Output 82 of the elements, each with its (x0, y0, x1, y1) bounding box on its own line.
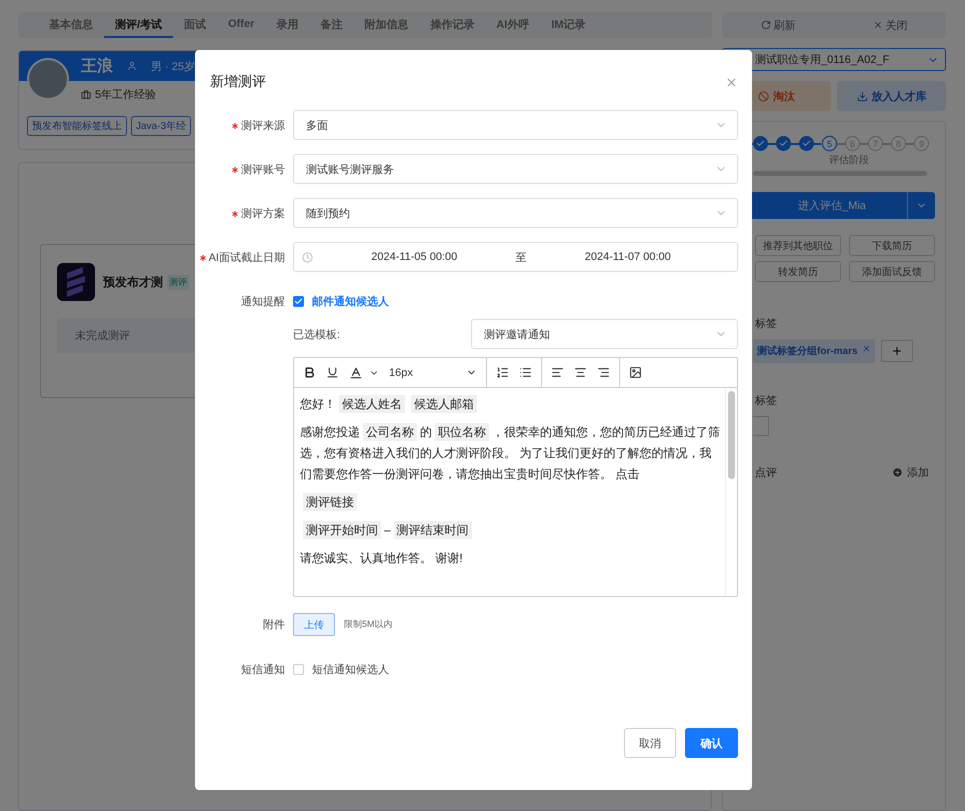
candidate-name: 王浪 (81, 56, 113, 76)
select-field[interactable]: 随到预约 (293, 198, 738, 228)
tab[interactable]: Offer (217, 12, 266, 38)
underline-icon[interactable] (326, 366, 339, 379)
checkbox-icon[interactable] (293, 664, 304, 675)
close-button[interactable]: 关闭 (834, 12, 946, 38)
refresh-button[interactable]: 刷新 (722, 12, 834, 38)
action-button[interactable]: 添加面试反馈 (849, 261, 935, 282)
add-review-button[interactable]: 添加 (886, 464, 935, 481)
candidate-tag: Java-3年经 (131, 116, 192, 136)
briefcase-icon (81, 90, 91, 100)
section-title: 标签 (755, 317, 777, 331)
upload-hint: 限制5M以内 (344, 618, 393, 631)
field-label: 测评账号 (195, 162, 293, 176)
talent-pool-button[interactable]: 放入人才库 (837, 81, 946, 111)
action-button[interactable]: 下载简历 (849, 235, 935, 256)
clock-icon (302, 252, 313, 262)
tab[interactable]: 测评/考试 (104, 12, 174, 38)
editor-paragraph: 测评开始时间 – 测评结束时间 (300, 520, 721, 541)
assessment-title: 预发布才测 (103, 274, 163, 290)
field-label: AI面试截止日期 (195, 250, 293, 264)
align-center-icon[interactable] (574, 366, 587, 379)
plus-circle-icon (892, 467, 903, 478)
tab[interactable]: 录用 (265, 12, 310, 38)
ordered-list-icon[interactable] (496, 366, 509, 379)
editor-paragraph: 请您诚实、认真地作答。 谢谢! (300, 550, 464, 567)
field-label: 通知提醒 (240, 294, 286, 309)
select-field[interactable]: 测试账号测评服务 (293, 154, 738, 184)
confirm-button[interactable]: 确认 (685, 728, 738, 758)
tab[interactable]: 基本信息 (38, 12, 104, 38)
tab[interactable]: 操作记录 (419, 12, 486, 38)
candidate-tag: 预发布智能标签线上 (27, 116, 127, 136)
email-notify-checkbox[interactable]: 邮件通知候选人 (293, 294, 389, 309)
align-right-icon[interactable] (597, 366, 610, 379)
tab[interactable]: 附加信息 (353, 12, 420, 38)
logo-icon (57, 263, 95, 301)
cancel-button[interactable]: 取消 (624, 728, 676, 758)
checkbox-icon[interactable] (293, 296, 304, 307)
select-field[interactable]: 多面 (293, 110, 738, 140)
assessment-badge: 测评 (167, 274, 189, 290)
font-size-select[interactable]: 16px (389, 366, 477, 378)
scrollbar[interactable] (725, 388, 737, 596)
plus-icon (890, 345, 903, 357)
field-label: 测评方案 (195, 206, 293, 220)
person-icon (127, 61, 137, 71)
bullet-list-icon[interactable] (519, 366, 532, 379)
tag-text: 测试标签分组for-mars (757, 344, 858, 358)
tab[interactable]: 备注 (309, 12, 354, 38)
field-label: 测评来源 (195, 118, 293, 132)
ban-icon (758, 90, 769, 102)
section-title: 点评 (755, 466, 777, 480)
align-left-icon[interactable] (551, 366, 564, 379)
editor-paragraph: 测评链接 (300, 492, 721, 513)
date-range-field[interactable]: 2024-11-05 00:00 至 2024-11-07 00:00 (293, 242, 738, 272)
tab[interactable]: AI外呼 (485, 12, 540, 38)
sms-notify-checkbox[interactable]: 短信通知候选人 (293, 662, 389, 677)
text-color-icon[interactable] (349, 366, 379, 380)
bold-icon[interactable] (303, 366, 316, 379)
action-button[interactable]: 转发简历 (755, 261, 841, 282)
download-icon (856, 90, 868, 102)
editor-paragraph: 感谢您投递 公司名称 的 职位名称 ，很荣幸的通知您，您的简历已经通过了筛选，您有资格进入我们的人才测评阶段。 为了让我们更好的了解您的情况，我们需要您作答一份测评问卷，请您抽出宝贵时间尽快作答。 点击 (300, 422, 721, 483)
image-icon[interactable] (629, 366, 642, 379)
experience-text: 5年工作经验 (95, 88, 156, 102)
tab[interactable]: IM记录 (540, 12, 597, 38)
field-label: 短信通知 (240, 662, 286, 677)
action-button[interactable]: 推荐到其他职位 (755, 235, 841, 256)
close-icon[interactable] (725, 76, 738, 88)
gender-age: 男 · 25岁 (151, 60, 196, 74)
editor-paragraph: 您好！ 候选人姓名 候选人邮箱 (300, 394, 721, 415)
upload-button[interactable]: 上传 (293, 613, 335, 636)
field-label: 附件 (262, 618, 286, 632)
tag-input-box[interactable] (753, 416, 769, 436)
add-tag-button[interactable] (880, 340, 913, 362)
tab[interactable]: 面试 (173, 12, 218, 38)
template-select[interactable]: 测评邀请通知 (471, 319, 738, 349)
remove-icon[interactable] (862, 344, 871, 353)
stage-label: 评估阶段 (828, 154, 870, 167)
refresh-icon (760, 20, 770, 30)
close-icon (872, 20, 882, 30)
section-title: 标签 (755, 394, 777, 408)
dialog-title: 新增测评 (210, 73, 266, 91)
step-number: 5 (822, 136, 837, 151)
